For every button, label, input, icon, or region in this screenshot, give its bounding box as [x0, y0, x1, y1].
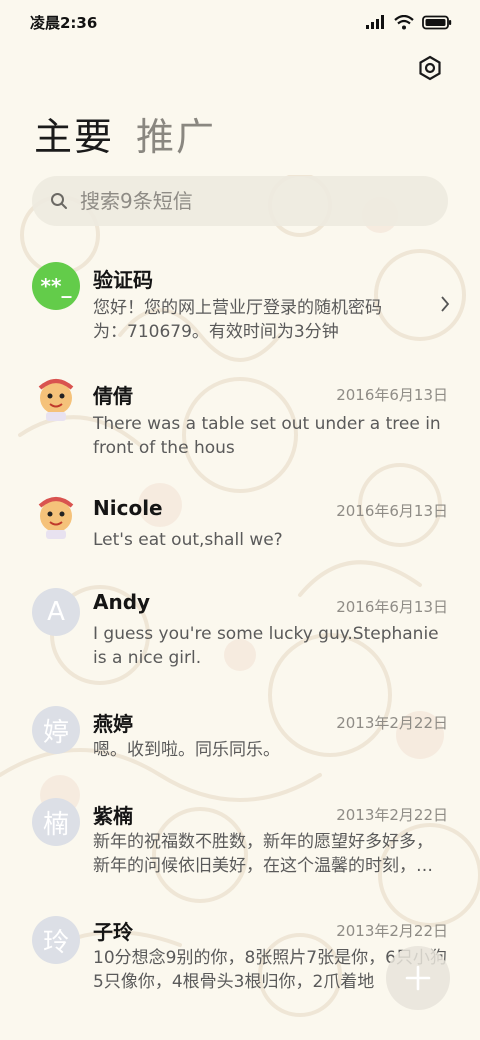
cartoon-avatar-icon: [38, 379, 74, 421]
message-preview: I guess you're some lucky guy.Stephanie …: [93, 624, 439, 668]
conversation-date: 2016年6月13日: [336, 598, 448, 616]
message-preview: Let's eat out,shall we?: [93, 530, 283, 550]
signal-icon: [366, 15, 384, 29]
battery-icon: [422, 15, 452, 29]
category-tabs: 主要 推广: [34, 106, 216, 161]
avatar: [32, 494, 80, 542]
chevron-right-icon: [441, 296, 450, 312]
conversation-item[interactable]: 楠 紫楠 2013年2月22日 新年的祝福数不胜数，新年的愿望好多好多，新年的问…: [0, 788, 480, 900]
conversation-date: 2016年6月13日: [336, 386, 448, 404]
avatar: 楠: [32, 798, 80, 846]
conversation-name: 子玲: [93, 920, 133, 944]
search-bar[interactable]: [32, 176, 448, 226]
avatar: 婷: [32, 706, 80, 754]
cartoon-avatar-icon: [38, 497, 74, 539]
conversation-date: 2013年2月22日: [336, 806, 448, 824]
conversation-name: 倩倩: [93, 384, 133, 408]
avatar: **_: [32, 262, 80, 310]
conversation-name: 紫楠: [93, 804, 133, 828]
conversation-date: 2013年2月22日: [336, 922, 448, 940]
status-bar: 凌晨2:36: [0, 0, 480, 44]
status-icons: [366, 14, 452, 30]
messages-screen: 凌晨2:36 主要 推广 搜索9条短信 **_ 验证码 您好！您的网上营业厅登录…: [0, 0, 480, 1040]
conversation-item[interactable]: A Andy 2016年6月13日 I guess you're some lu…: [0, 576, 480, 686]
new-message-button[interactable]: [386, 946, 450, 1010]
search-icon: [51, 193, 67, 209]
tab-primary[interactable]: 主要: [34, 106, 114, 161]
gear-icon: [419, 55, 441, 81]
conversation-date: 2013年2月22日: [336, 714, 448, 732]
conversation-item[interactable]: 倩倩 2016年6月13日 There was a table set out …: [0, 364, 480, 474]
message-preview: 嗯。收到啦。同乐同乐。: [93, 740, 280, 760]
message-preview: 您好！您的网上营业厅登录的随机密码为：710679。有效时间为3分钟: [93, 298, 382, 342]
settings-button[interactable]: [414, 52, 446, 84]
plus-icon: [405, 965, 431, 991]
conversation-item[interactable]: Nicole 2016年6月13日 Let's eat out,shall we…: [0, 480, 480, 570]
wifi-icon: [394, 14, 414, 29]
conversation-name: 验证码: [93, 268, 153, 292]
avatar: A: [32, 588, 80, 636]
avatar: [32, 376, 80, 424]
avatar: 玲: [32, 916, 80, 964]
conversation-name: Nicole: [93, 496, 163, 520]
message-preview: There was a table set out under a tree i…: [93, 414, 441, 458]
status-time: 凌晨2:36: [30, 13, 98, 32]
message-preview: 新年的祝福数不胜数，新年的愿望好多好多，新年的问候依旧美好，在这个温馨的时刻，…: [93, 832, 433, 876]
conversation-name: Andy: [93, 590, 151, 614]
search-input[interactable]: [80, 189, 410, 213]
conversation-name: 燕婷: [93, 712, 133, 736]
conversation-date: 2016年6月13日: [336, 502, 448, 520]
conversation-item[interactable]: 婷 燕婷 2013年2月22日 嗯。收到啦。同乐同乐。: [0, 694, 480, 784]
conversation-item[interactable]: **_ 验证码 您好！您的网上营业厅登录的随机密码为：710679。有效时间为3…: [0, 248, 480, 358]
tab-promotions[interactable]: 推广: [136, 106, 216, 161]
